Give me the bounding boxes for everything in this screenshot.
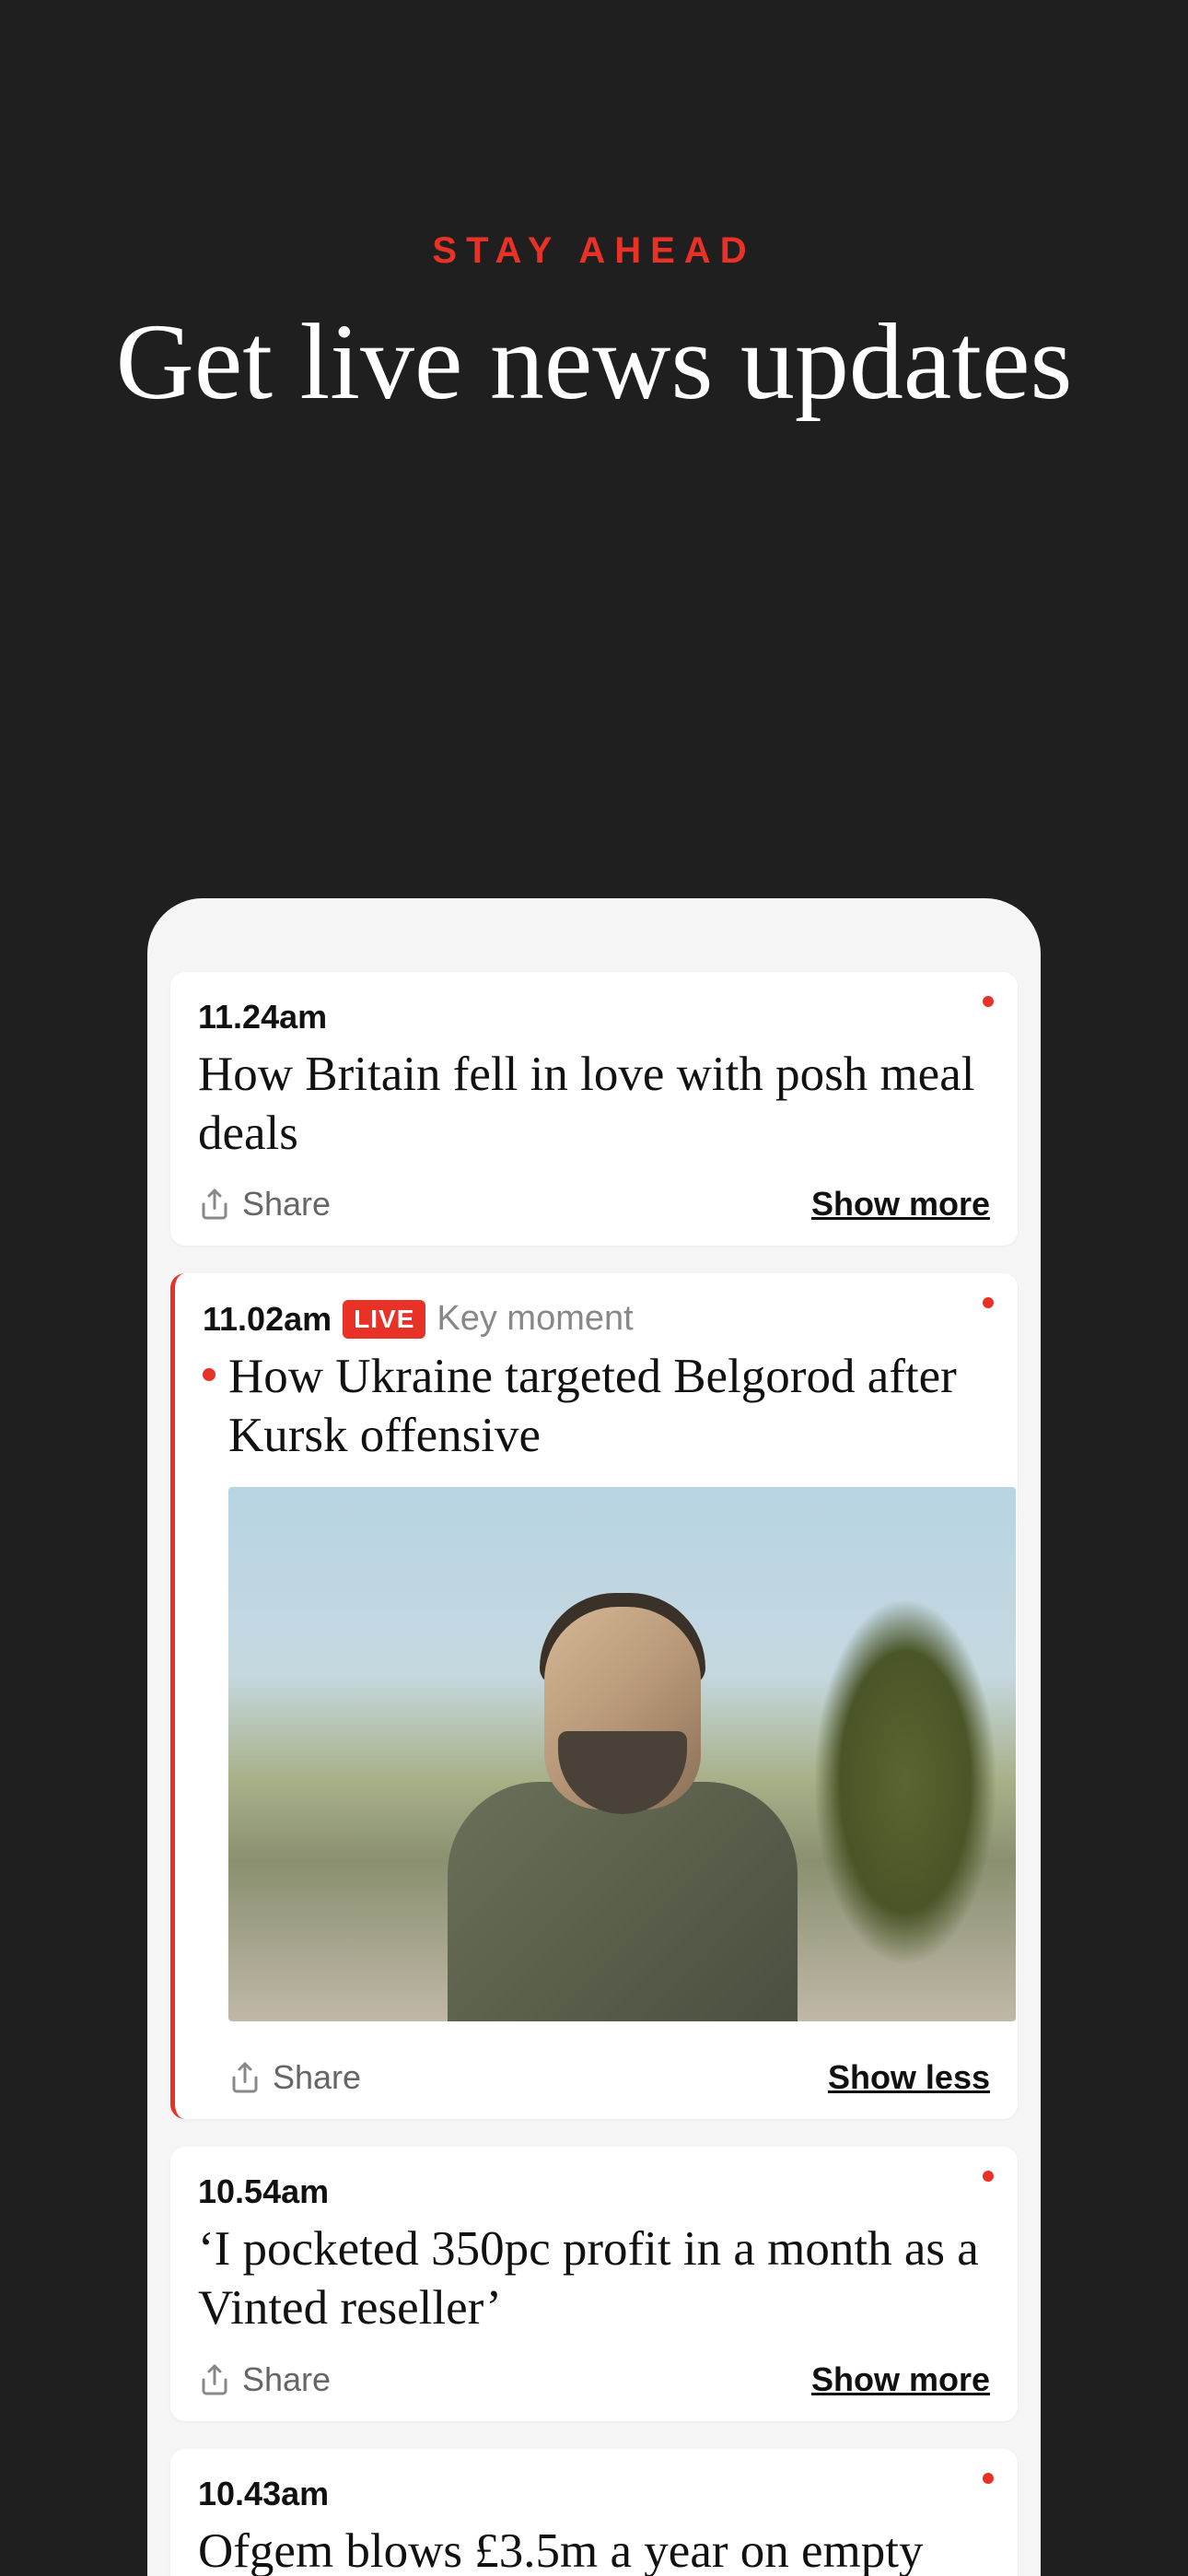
card-title: ‘I pocketed 350pc profit in a month as a… (198, 2220, 990, 2337)
timestamp: 11.24am (198, 998, 327, 1036)
share-button[interactable]: Share (198, 1185, 331, 1224)
card-title: How Ukraine targeted Belgorod after Kurs… (228, 1348, 990, 1465)
card-title: How Britain fell in love with posh meal … (198, 1046, 990, 1163)
news-card[interactable]: 10.43am Ofgem blows £3.5m a year on empt… (170, 2449, 1018, 2576)
bullet-icon (203, 1368, 215, 1381)
news-card-live[interactable]: 11.02am LIVE Key moment How Ukraine targ… (170, 1273, 1018, 2119)
share-button[interactable]: Share (198, 2360, 331, 2399)
share-label: Share (242, 1185, 331, 1224)
unread-dot-icon (983, 2171, 994, 2182)
card-title: Ofgem blows £3.5m a year on empty office (198, 2523, 990, 2576)
show-more-button[interactable]: Show more (811, 2360, 990, 2399)
unread-dot-icon (983, 996, 994, 1007)
key-moment-label: Key moment (437, 1299, 633, 1339)
news-card[interactable]: 11.24am How Britain fell in love with po… (170, 972, 1018, 1246)
headline-text: Get live news updates (0, 299, 1188, 425)
article-image (228, 1487, 1016, 2021)
show-more-button[interactable]: Show more (811, 1185, 990, 1224)
share-label: Share (273, 2058, 361, 2097)
share-button[interactable]: Share (228, 2058, 361, 2097)
share-icon (198, 1188, 231, 1221)
timestamp: 11.02am (203, 1300, 332, 1339)
share-icon (198, 2363, 231, 2396)
timestamp: 10.43am (198, 2475, 329, 2513)
show-less-button[interactable]: Show less (828, 2058, 990, 2097)
live-badge: LIVE (343, 1300, 425, 1339)
timestamp: 10.54am (198, 2172, 329, 2211)
unread-dot-icon (983, 1297, 994, 1308)
share-icon (228, 2061, 262, 2094)
share-label: Share (242, 2360, 331, 2399)
news-card[interactable]: 10.54am ‘I pocketed 350pc profit in a mo… (170, 2147, 1018, 2420)
eyebrow-text: STAY AHEAD (0, 230, 1188, 272)
news-feed[interactable]: 11.24am How Britain fell in love with po… (147, 898, 1041, 2576)
unread-dot-icon (983, 2473, 994, 2484)
